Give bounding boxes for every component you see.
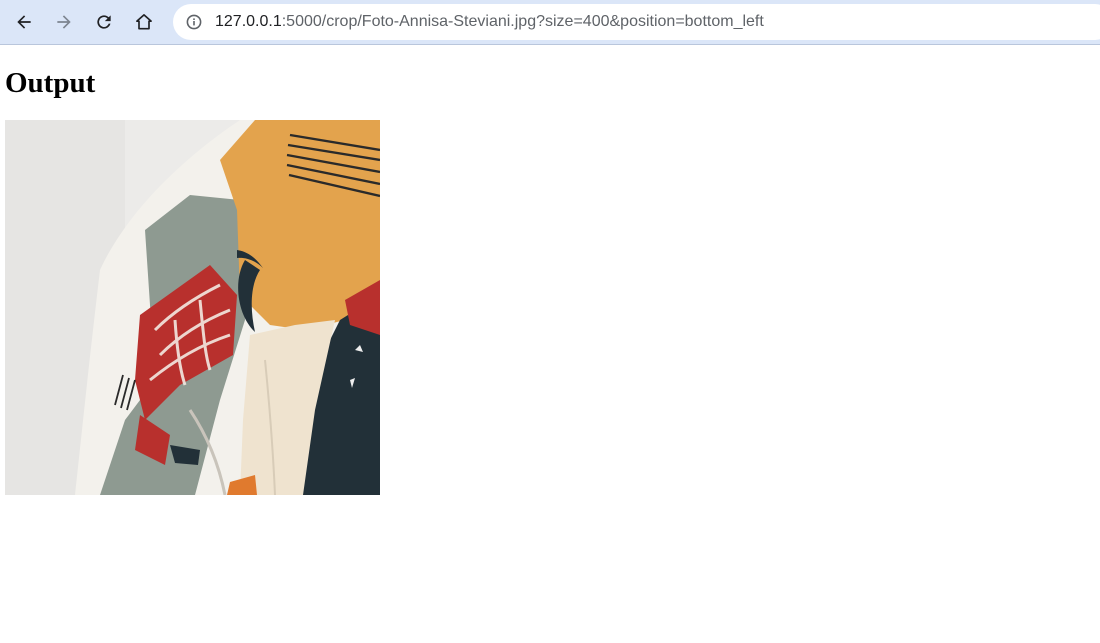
- cropped-photo: [5, 120, 380, 495]
- page-content: Output: [0, 46, 1100, 643]
- arrow-right-icon: [57, 15, 71, 29]
- reload-button[interactable]: [88, 6, 120, 38]
- address-bar[interactable]: 127.0.0.1:5000/crop/Foto-Annisa-Steviani…: [173, 4, 1100, 40]
- browser-toolbar: 127.0.0.1:5000/crop/Foto-Annisa-Steviani…: [0, 0, 1100, 45]
- arrow-left-icon: [17, 15, 31, 29]
- url-host: 127.0.0.1: [215, 13, 282, 30]
- reload-icon: [97, 15, 111, 29]
- home-icon: [136, 14, 152, 30]
- url-path: :5000/crop/Foto-Annisa-Steviani.jpg?size…: [281, 13, 764, 30]
- home-button[interactable]: [128, 6, 160, 38]
- page-title: Output: [5, 67, 96, 99]
- address-url: 127.0.0.1:5000/crop/Foto-Annisa-Steviani…: [215, 4, 764, 40]
- info-icon[interactable]: [186, 14, 202, 30]
- output-image: [5, 120, 380, 495]
- back-button[interactable]: [8, 6, 40, 38]
- forward-button[interactable]: [48, 6, 80, 38]
